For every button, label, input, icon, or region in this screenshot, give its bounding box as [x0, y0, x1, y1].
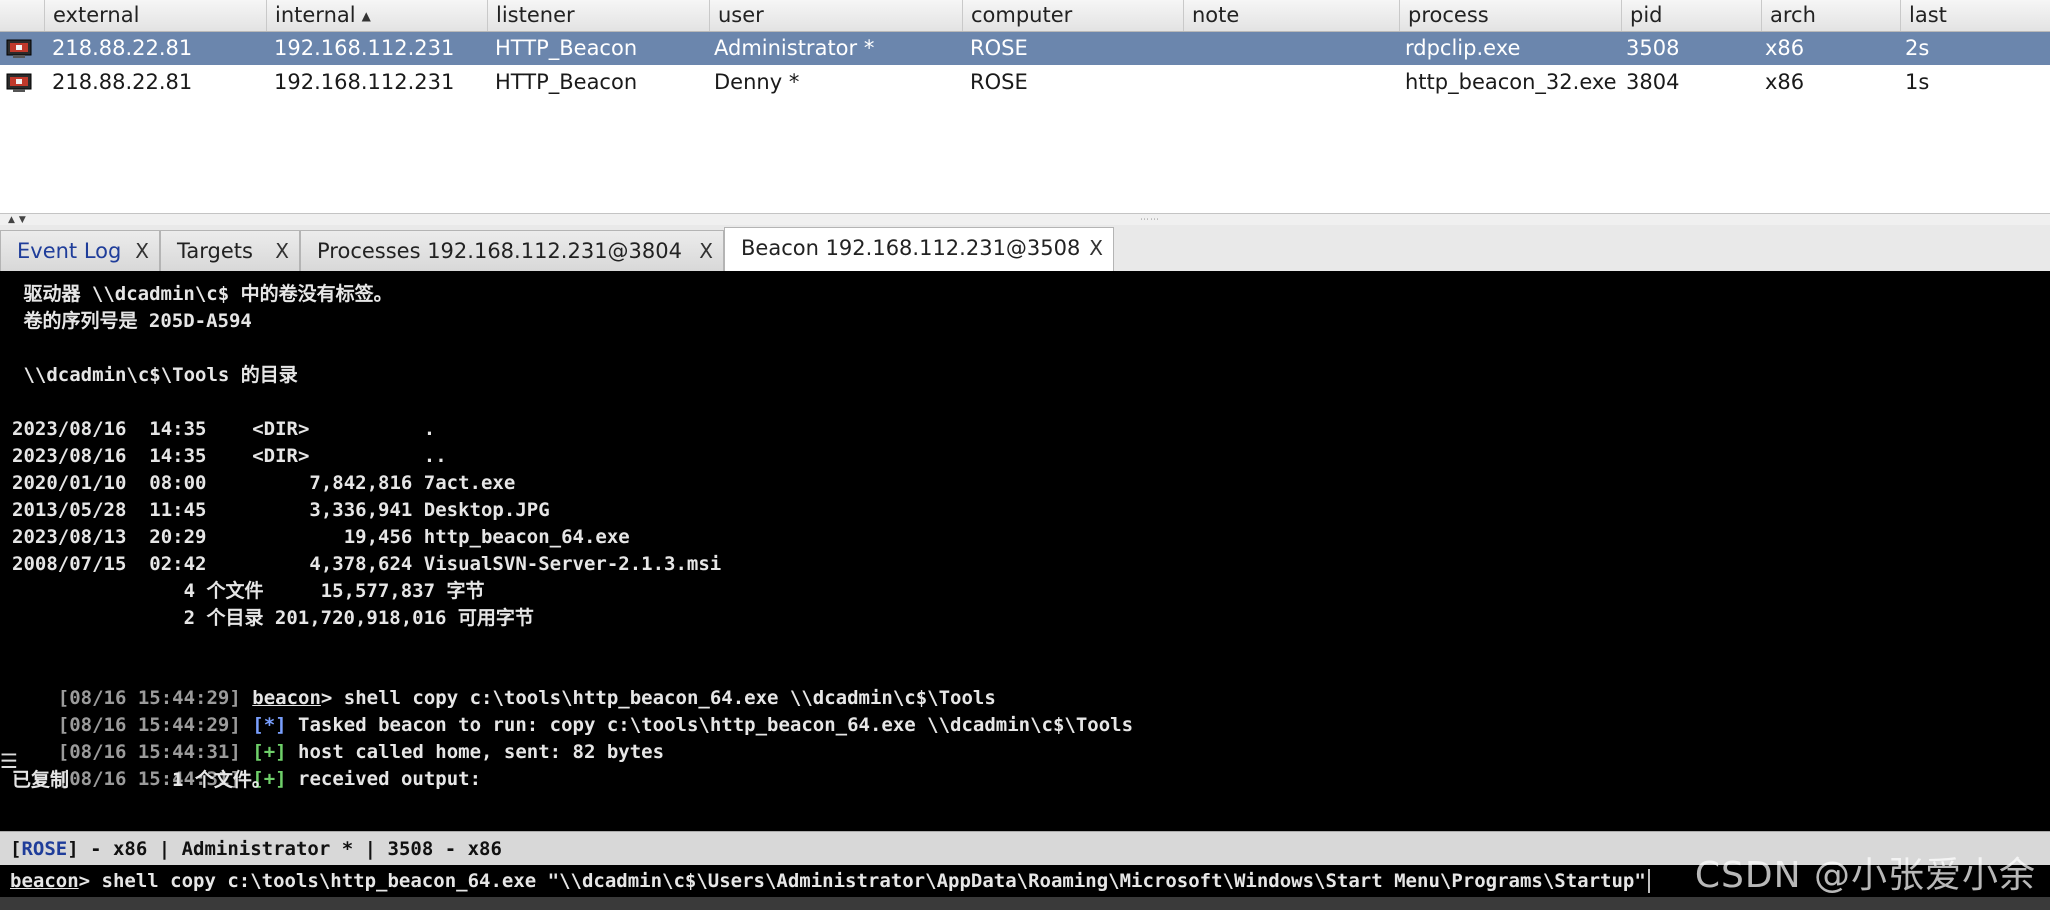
status-host: ROSE: [21, 838, 68, 860]
cell-note: [1183, 32, 1191, 65]
input-prompt: beacon: [10, 870, 79, 892]
col-note[interactable]: note: [1183, 0, 1399, 31]
console-line: 2023/08/13 20:29 19,456 http_beacon_64.e…: [12, 526, 630, 548]
cell-last: 2s: [1905, 36, 1930, 60]
cell-note: [1183, 66, 1191, 99]
col-user[interactable]: user: [709, 0, 962, 31]
console-line: 2023/08/16 14:35 <DIR> .: [12, 418, 436, 440]
cell-pid: 3508: [1626, 36, 1680, 60]
console-line: 4 个文件 15,577,837 字节: [12, 580, 485, 602]
cell-internal: 192.168.112.231: [274, 70, 455, 94]
cell-external: 218.88.22.81: [52, 70, 193, 94]
tab-targets[interactable]: Targets X: [160, 230, 300, 271]
cell-pid: 3804: [1626, 70, 1680, 94]
close-tab-icon[interactable]: X: [275, 231, 289, 272]
console-line: \\dcadmin\c$\Tools 的目录: [12, 364, 298, 386]
col-process[interactable]: process: [1399, 0, 1621, 31]
cell-process: http_beacon_32.exe: [1405, 70, 1617, 94]
col-internal[interactable]: internal ▲: [266, 0, 487, 31]
console-line: 2023/08/16 14:35 <DIR> ..: [12, 445, 447, 467]
col-pid[interactable]: pid: [1621, 0, 1761, 31]
tab-label: Event Log: [17, 239, 122, 263]
console-line: 卷的序列号是 205D-A594: [12, 310, 252, 332]
log-text: received output:: [286, 768, 482, 790]
cell-internal: 192.168.112.231: [274, 36, 455, 60]
tab-label: Beacon 192.168.112.231@3508: [741, 236, 1081, 260]
col-computer[interactable]: computer: [962, 0, 1183, 31]
command-input-text[interactable]: beacon> shell copy c:\tools\http_beacon_…: [10, 865, 1646, 897]
col-external[interactable]: external: [44, 0, 266, 31]
console-line: 已复制 1 个文件。: [12, 769, 271, 791]
tab-event-log[interactable]: Event Log X: [0, 230, 160, 271]
status-text: [ROSE] - x86 | Administrator * | 3508 - …: [10, 838, 502, 860]
tab-label: Processes 192.168.112.231@3804: [317, 239, 682, 263]
col-listener[interactable]: listener: [487, 0, 709, 31]
tab-bar: Event Log X Targets X Processes 192.168.…: [0, 225, 2050, 271]
cell-computer: ROSE: [970, 36, 1028, 60]
console-line: 2013/05/28 11:45 3,336,941 Desktop.JPG: [12, 499, 550, 521]
cell-arch: x86: [1765, 36, 1805, 60]
window-bottom-edge: [0, 897, 2050, 910]
cell-user: Administrator *: [714, 36, 875, 60]
cell-last: 1s: [1905, 70, 1930, 94]
close-tab-icon[interactable]: X: [699, 231, 713, 272]
cell-listener: HTTP_Beacon: [495, 36, 638, 60]
close-tab-icon[interactable]: X: [135, 231, 149, 272]
console-line: 驱动器 \\dcadmin\c$ 中的卷没有标签。: [12, 283, 393, 305]
icon-column-header[interactable]: [0, 0, 44, 31]
watermark: CSDN @小张爱小余: [1694, 855, 2036, 896]
beacon-computer-icon: [6, 39, 32, 58]
table-header: external internal ▲ listener user compute…: [0, 0, 2050, 32]
col-arch[interactable]: arch: [1761, 0, 1900, 31]
menu-lines-icon[interactable]: ☰: [0, 749, 18, 773]
sort-ascending-icon: ▲: [361, 8, 371, 23]
cell-listener: HTTP_Beacon: [495, 70, 638, 94]
cell-computer: ROSE: [970, 70, 1028, 94]
session-table: external internal ▲ listener user compute…: [0, 0, 2050, 213]
close-tab-icon[interactable]: X: [1089, 228, 1103, 269]
cell-external: 218.88.22.81: [52, 36, 193, 60]
table-row[interactable]: 218.88.22.81 192.168.112.231 HTTP_Beacon…: [0, 32, 2050, 65]
tab-processes[interactable]: Processes 192.168.112.231@3804 X: [300, 230, 724, 271]
cell-process: rdpclip.exe: [1405, 36, 1521, 60]
text-cursor: [1648, 869, 1650, 893]
console-line: 2 个目录 201,720,918,016 可用字节: [12, 607, 534, 629]
table-row[interactable]: 218.88.22.81 192.168.112.231 HTTP_Beacon…: [0, 66, 2050, 99]
col-last[interactable]: last: [1900, 0, 2050, 31]
input-command: > shell copy c:\tools\http_beacon_64.exe…: [78, 870, 1646, 892]
console-line: 2008/07/15 02:42 4,378,624 VisualSVN-Ser…: [12, 553, 722, 575]
tab-label: Targets: [177, 239, 253, 263]
cell-arch: x86: [1765, 70, 1805, 94]
beacon-console[interactable]: 驱动器 \\dcadmin\c$ 中的卷没有标签。 卷的序列号是 205D-A5…: [0, 271, 2050, 831]
console-line: 2020/01/10 08:00 7,842,816 7act.exe: [12, 472, 516, 494]
tab-beacon[interactable]: Beacon 192.168.112.231@3508 X: [724, 227, 1114, 271]
splitter-grip-icon[interactable]: ⋯⋯: [1140, 216, 1160, 225]
beacon-computer-icon: [6, 73, 32, 92]
cell-user: Denny *: [714, 70, 800, 94]
